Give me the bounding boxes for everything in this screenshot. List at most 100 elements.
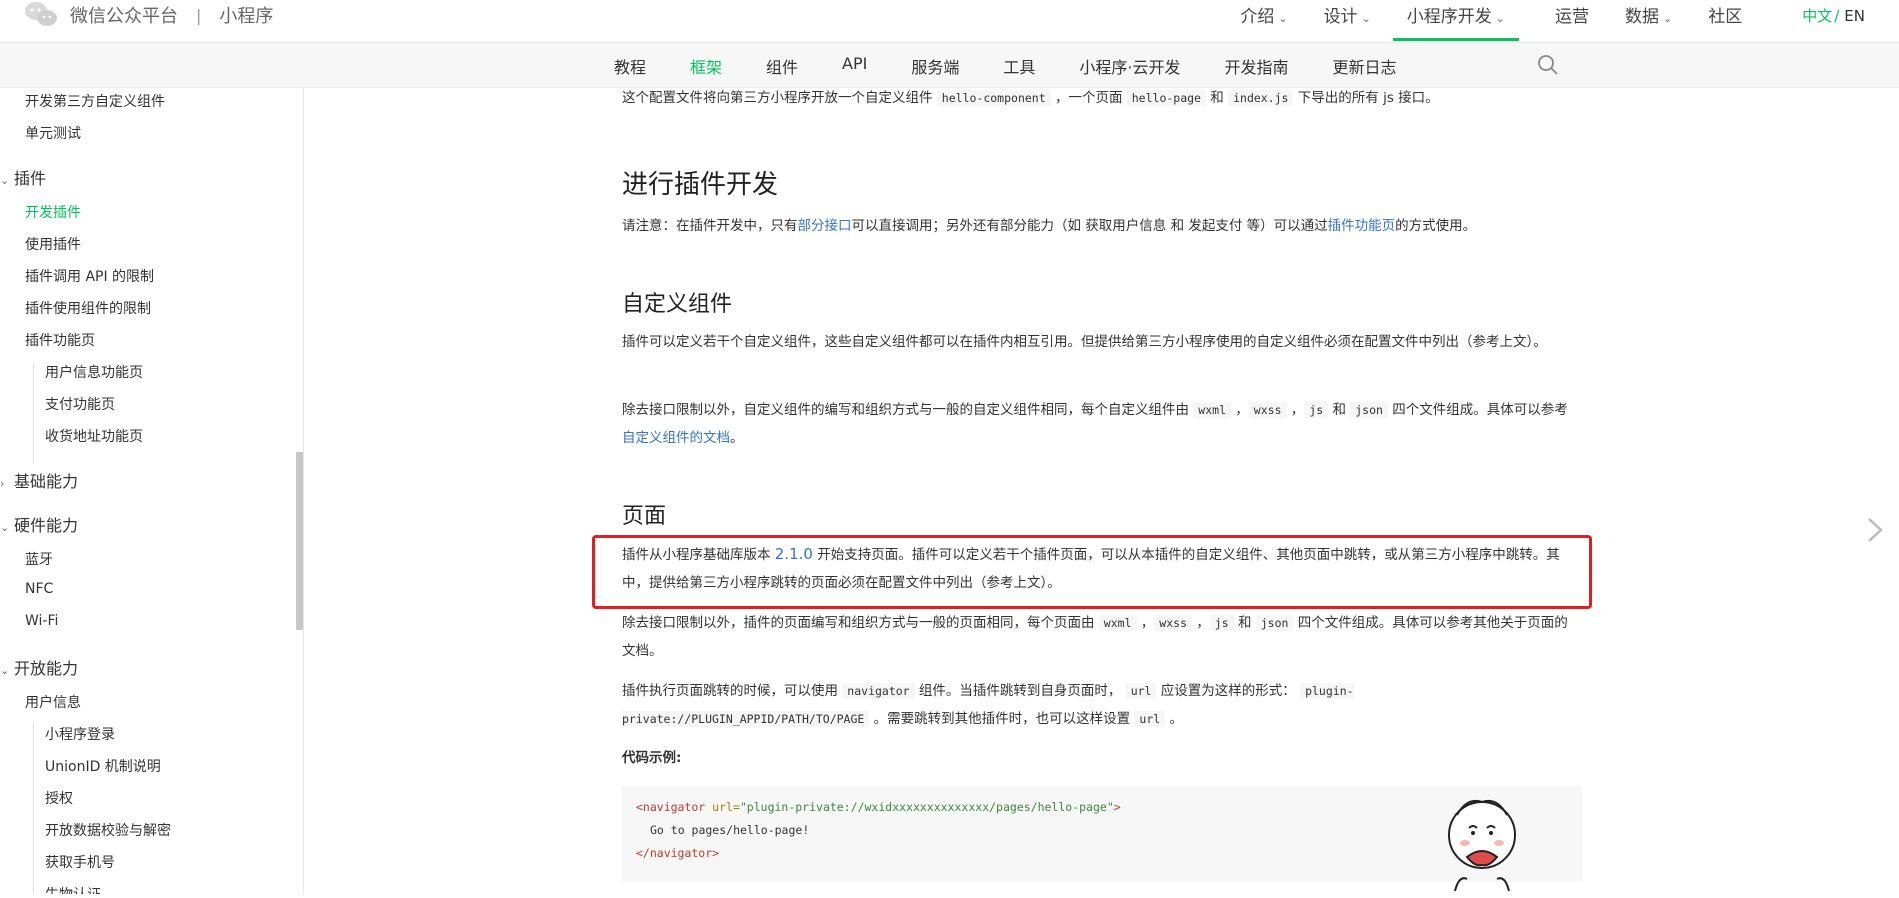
text: ，: [1192, 615, 1210, 631]
sub-nav-tutorial[interactable]: 教程: [614, 54, 646, 78]
mascot-icon[interactable]: [1445, 795, 1535, 894]
sidebar-item[interactable]: 使用插件: [25, 234, 81, 254]
top-nav-label: 数据: [1625, 7, 1659, 27]
lang-slash: /: [1834, 7, 1840, 25]
text: 可以直接调用；另外还有部分能力（如 获取用户信息 和 发起支付 等）可以通过: [851, 218, 1328, 234]
top-bar: 微信公众平台 | 小程序 介绍 ⌄ 设计 ⌄ 小程序开发 ⌄ 运营 数据 ⌄ 社区 中文…: [0, 0, 1899, 43]
inline-code: url: [1125, 683, 1157, 699]
sidebar-group-label: 硬件能力: [14, 516, 79, 535]
note-paragraph: 请注意：在插件开发中，只有部分接口可以直接调用；另外还有部分能力（如 获取用户信…: [622, 212, 1572, 240]
inline-code: wxss: [1154, 615, 1192, 631]
code-line: Go to pages/hello-page!: [650, 823, 810, 837]
chevron-down-icon: ⌄: [0, 664, 10, 677]
code-line: <navigator url="plugin-private://wxidxxx…: [636, 796, 1568, 819]
heading-custom-components: 自定义组件: [622, 292, 733, 317]
sidebar-item[interactable]: Wi-Fi: [25, 613, 58, 629]
text: 插件执行页面跳转的时候，可以使用: [622, 683, 843, 699]
sidebar-item-active[interactable]: 开发插件: [25, 202, 81, 222]
lang-zh[interactable]: 中文: [1802, 7, 1832, 25]
link-custom-component-docs[interactable]: 自定义组件的文档: [622, 430, 730, 446]
sidebar-item[interactable]: 收货地址功能页: [45, 426, 143, 446]
top-nav-intro[interactable]: 介绍 ⌄: [1240, 0, 1287, 41]
search-icon[interactable]: [1537, 54, 1559, 76]
sidebar-item[interactable]: 插件使用组件的限制: [25, 298, 151, 318]
sidebar-item[interactable]: 用户信息: [25, 692, 81, 712]
code-tag: <navigator: [636, 800, 706, 814]
sidebar-item[interactable]: 插件功能页: [25, 330, 95, 350]
text: 这个配置文件将向第三方小程序开放一个自定义组件: [622, 90, 937, 106]
sidebar-group-plugin[interactable]: ⌄ 插件: [0, 165, 46, 189]
brand-separator: |: [196, 5, 202, 25]
text: 的方式使用。: [1395, 218, 1477, 234]
link-plugin-function-page[interactable]: 插件功能页: [1328, 218, 1396, 234]
top-nav-dev[interactable]: 小程序开发 ⌄: [1392, 0, 1519, 41]
sub-nav-guide[interactable]: 开发指南: [1224, 54, 1288, 78]
brand[interactable]: 微信公众平台 | 小程序: [24, 2, 273, 28]
sidebar-item[interactable]: 获取手机号: [45, 852, 115, 872]
sidebar-item[interactable]: 蓝牙: [25, 549, 53, 569]
sidebar-item[interactable]: NFC: [25, 581, 53, 597]
sidebar-group-open[interactable]: ⌄ 开放能力: [0, 655, 78, 679]
top-nav-label: 设计: [1323, 7, 1358, 27]
sub-nav-cloud[interactable]: 小程序·云开发: [1079, 54, 1180, 78]
top-nav-label: 小程序开发: [1406, 7, 1492, 27]
sidebar-item[interactable]: 生物认证: [45, 884, 101, 894]
top-nav-data[interactable]: 数据 ⌄: [1625, 0, 1672, 41]
inline-code: hello-page: [1126, 90, 1206, 106]
sub-nav-changelog[interactable]: 更新日志: [1333, 54, 1397, 78]
sidebar-item[interactable]: 小程序登录: [45, 724, 115, 744]
chevron-down-icon: ⌄: [0, 174, 10, 187]
sidebar-item[interactable]: 授权: [45, 788, 73, 808]
chevron-right-icon: ›: [0, 477, 5, 490]
text: 和: [1206, 90, 1229, 106]
text: 。: [730, 430, 744, 446]
text: 除去接口限制以外，插件的页面编写和组织方式与一般的页面相同，每个页面由: [622, 615, 1099, 631]
page-paragraph-2: 除去接口限制以外，插件的页面编写和组织方式与一般的页面相同，每个页面由 wxml…: [622, 609, 1572, 665]
chevron-down-icon: ⌄: [0, 521, 10, 534]
sub-nav: 教程 框架 组件 API 服务端 工具 小程序·云开发 开发指南 更新日志: [0, 43, 1899, 88]
text: ，: [1136, 615, 1155, 631]
lang-en[interactable]: EN: [1844, 7, 1865, 25]
sub-nav-framework[interactable]: 框架: [690, 54, 722, 78]
sidebar-item[interactable]: 插件调用 API 的限制: [25, 266, 154, 286]
sub-nav-api[interactable]: API: [842, 54, 867, 78]
text: 四个文件组成。具体可以参考: [1387, 402, 1568, 418]
tree-line: [33, 722, 34, 894]
code-block[interactable]: <navigator url="plugin-private://wxidxxx…: [622, 786, 1582, 882]
sidebar-group-basic[interactable]: › 基础能力: [0, 468, 78, 492]
sidebar-item[interactable]: 开放数据校验与解密: [45, 820, 171, 840]
code-string: "plugin-private://wxidxxxxxxxxxxxxxx/pag…: [739, 800, 1114, 814]
sidebar-item[interactable]: 开发第三方自定义组件: [25, 91, 165, 111]
inline-code: hello-component: [936, 90, 1051, 106]
sidebar-item[interactable]: 用户信息功能页: [45, 362, 143, 382]
text: 组件。当插件跳转到自身页面时，: [914, 683, 1126, 699]
chevron-right-icon[interactable]: [1866, 516, 1884, 544]
text: ，: [1231, 402, 1249, 418]
sidebar-group-label: 开放能力: [14, 659, 79, 678]
sub-nav-components[interactable]: 组件: [766, 54, 798, 78]
sidebar-group-hardware[interactable]: ⌄ 硬件能力: [0, 512, 78, 536]
sidebar-item[interactable]: 支付功能页: [45, 394, 115, 414]
top-nav-community[interactable]: 社区: [1708, 0, 1742, 41]
top-nav-design[interactable]: 设计 ⌄: [1324, 0, 1371, 41]
link-partial-api[interactable]: 部分接口: [798, 218, 852, 234]
sub-nav-tools[interactable]: 工具: [1003, 54, 1035, 78]
sidebar-item[interactable]: UnionID 机制说明: [45, 756, 161, 776]
top-nav: 介绍 ⌄ 设计 ⌄ 小程序开发 ⌄ 运营 数据 ⌄ 社区 中文 / EN: [1204, 0, 1899, 43]
chevron-down-icon: ⌄: [1278, 12, 1288, 25]
code-tag: </navigator>: [636, 846, 720, 860]
wechat-logo-icon: [24, 2, 58, 28]
page-paragraph-3: 插件执行页面跳转的时候，可以使用 navigator 组件。当插件跳转到自身页面…: [622, 677, 1572, 733]
sidebar: 开发第三方自定义组件 单元测试 ⌄ 插件 开发插件 使用插件 插件调用 API 的…: [0, 88, 304, 894]
intro-paragraph: 这个配置文件将向第三方小程序开放一个自定义组件 hello-component …: [622, 84, 1572, 112]
inline-code: json: [1255, 615, 1294, 631]
inline-code: index.js: [1228, 90, 1294, 106]
code-example-label: 代码示例:: [622, 750, 682, 766]
top-nav-ops[interactable]: 运营: [1555, 0, 1589, 41]
text: 下导出的所有 js 接口。: [1293, 90, 1439, 106]
sub-nav-server[interactable]: 服务端: [911, 54, 959, 78]
sidebar-item[interactable]: 单元测试: [25, 123, 81, 143]
top-nav-label: 社区: [1708, 7, 1743, 27]
sidebar-scrollbar[interactable]: [296, 452, 303, 630]
inline-code: js: [1209, 615, 1234, 631]
